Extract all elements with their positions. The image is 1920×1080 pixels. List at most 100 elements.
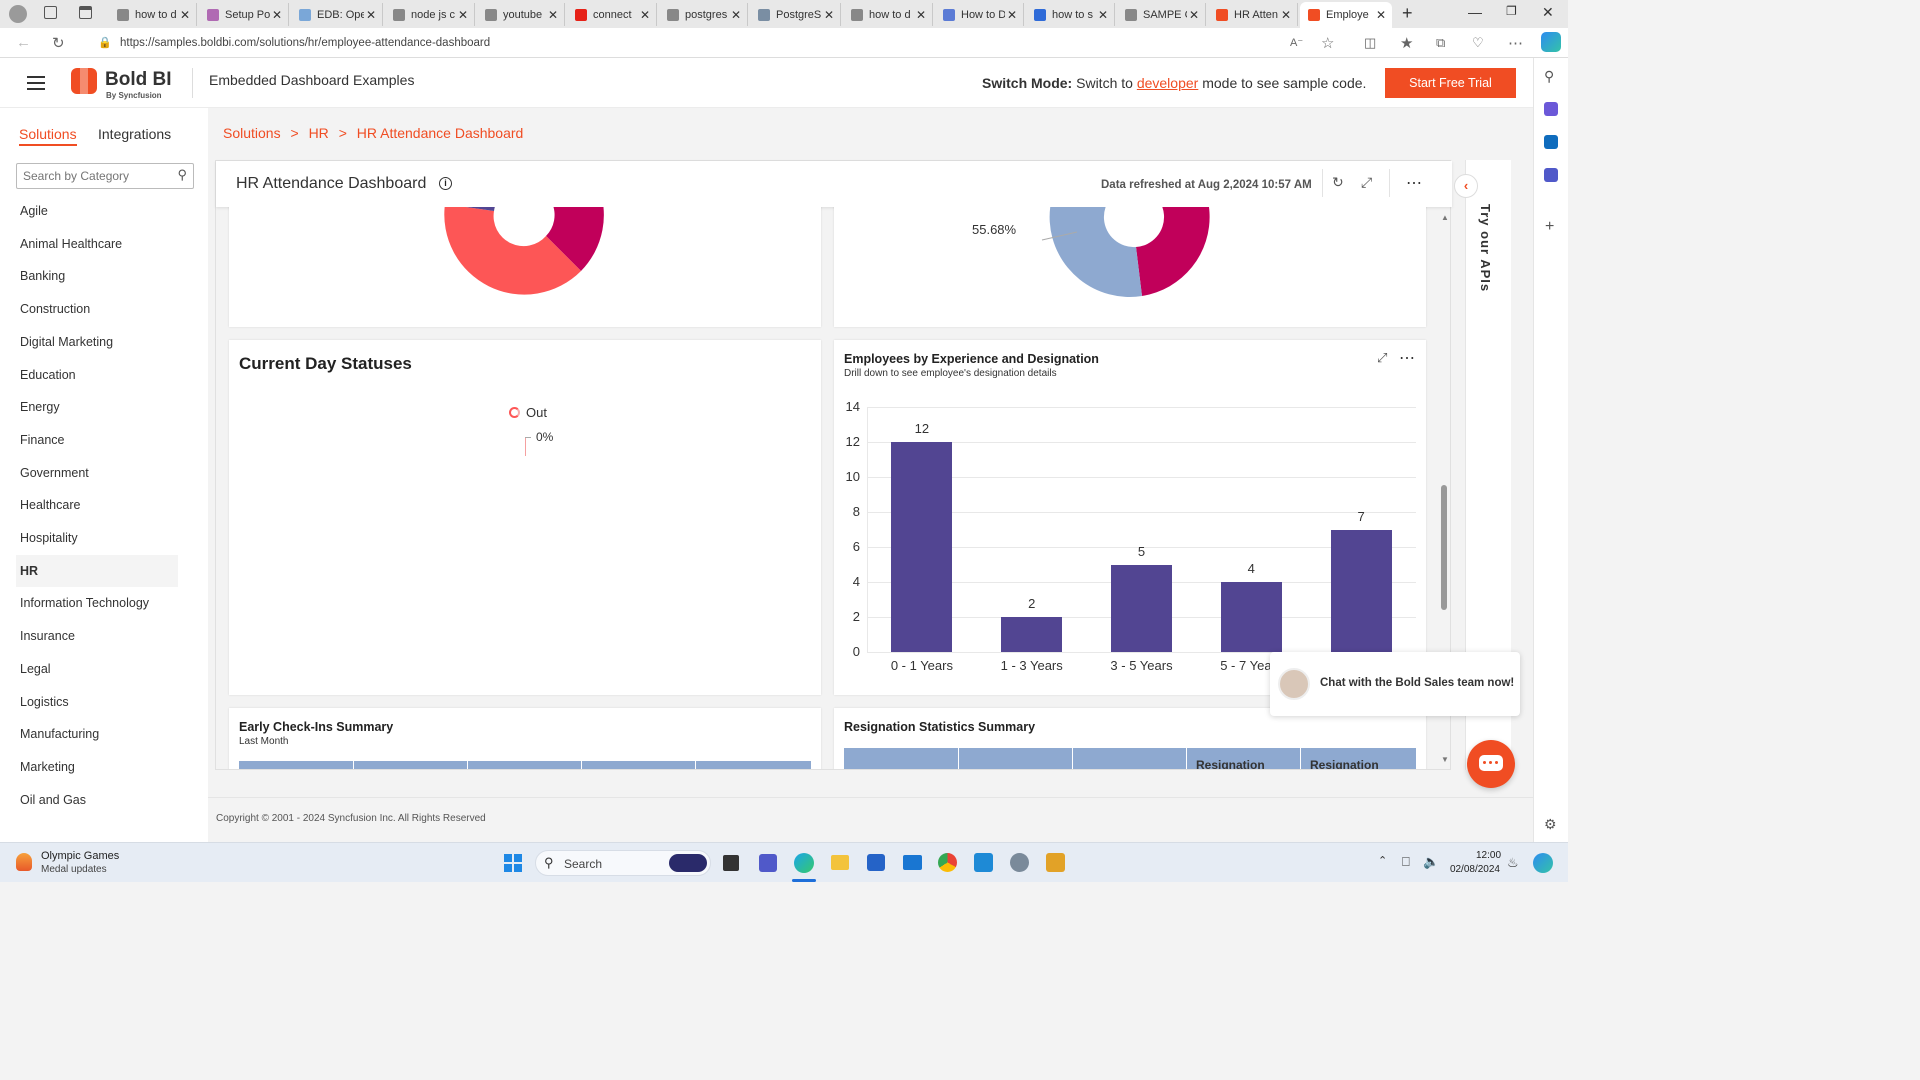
browser-tab[interactable]: connect ✕ — [567, 3, 657, 26]
add-icon[interactable]: + — [1545, 218, 1554, 236]
breadcrumb-hr[interactable]: HR — [309, 125, 329, 141]
taskbar-search[interactable]: ⚲ Search — [535, 850, 711, 876]
settings-gear-icon[interactable]: ⚙ — [1544, 816, 1557, 833]
donut-slice[interactable] — [1049, 207, 1142, 297]
start-free-trial-button[interactable]: Start Free Trial — [1385, 68, 1516, 98]
profile-avatar[interactable] — [9, 5, 27, 23]
breadcrumb-current[interactable]: HR Attendance Dashboard — [357, 125, 524, 141]
sidebar-item[interactable]: Government — [16, 457, 178, 489]
fullscreen-icon[interactable]: ⤢ — [1361, 174, 1372, 191]
refresh-icon[interactable]: ↻ — [1332, 174, 1344, 191]
teams-icon[interactable] — [1544, 168, 1558, 182]
favorite-star-icon[interactable]: ☆ — [1321, 34, 1334, 52]
weather-widget-icon[interactable] — [16, 853, 32, 871]
bar[interactable] — [1111, 564, 1172, 652]
minimize-icon[interactable]: — — [1468, 4, 1482, 20]
scroll-up-icon[interactable]: ▲ — [1441, 213, 1449, 222]
clock-time[interactable]: 12:00 — [1476, 850, 1501, 861]
close-window-icon[interactable]: ✕ — [1542, 4, 1554, 21]
sidebar-item[interactable]: Hospitality — [16, 522, 178, 554]
new-tab-icon[interactable]: + — [1402, 3, 1413, 24]
sidebar-item[interactable]: Agile — [16, 195, 178, 227]
tab-close-icon[interactable]: ✕ — [178, 8, 192, 22]
task-view-icon[interactable] — [723, 855, 739, 871]
tab-close-icon[interactable]: ✕ — [729, 8, 743, 22]
browser-tab[interactable]: postgres ✕ — [659, 3, 748, 26]
more-options-icon[interactable]: ⋯ — [1406, 173, 1422, 193]
sidebar-item[interactable]: Healthcare — [16, 489, 178, 521]
tab-close-icon[interactable]: ✕ — [1187, 8, 1201, 22]
collections-icon[interactable]: ⧉ — [1436, 35, 1445, 51]
tab-close-icon[interactable]: ✕ — [364, 8, 378, 22]
sidebar-item[interactable]: HR — [16, 554, 178, 587]
sidebar-item[interactable]: Digital Marketing — [16, 326, 178, 358]
tab-close-icon[interactable]: ✕ — [1374, 8, 1388, 22]
tab-close-icon[interactable]: ✕ — [1279, 8, 1293, 22]
category-search-input[interactable] — [23, 167, 168, 185]
tab-close-icon[interactable]: ✕ — [456, 8, 470, 22]
sidebar-item[interactable]: Logistics — [16, 686, 178, 718]
chat-popup[interactable]: Chat with the Bold Sales team now! — [1270, 652, 1520, 716]
boldbi-logo-icon[interactable] — [71, 68, 97, 94]
bar[interactable] — [1220, 582, 1282, 652]
copilot-icon[interactable] — [1541, 32, 1561, 52]
refresh-icon[interactable]: ↻ — [52, 34, 65, 52]
tab-close-icon[interactable]: ✕ — [546, 8, 560, 22]
browser-tab[interactable]: how to d ✕ — [109, 3, 197, 26]
file-explorer-icon[interactable] — [831, 855, 849, 870]
sidebar-item[interactable]: Construction — [16, 293, 178, 325]
column-header[interactable]: Resignation — [1196, 758, 1265, 769]
tab-close-icon[interactable]: ✕ — [1096, 8, 1110, 22]
settings-app-icon[interactable] — [1010, 853, 1029, 872]
donut-slice[interactable] — [1132, 207, 1210, 296]
hamburger-menu-icon[interactable] — [27, 76, 45, 90]
tab-close-icon[interactable]: ✕ — [638, 8, 652, 22]
sidebar-item[interactable]: Education — [16, 359, 178, 391]
workspaces-icon[interactable] — [44, 6, 57, 19]
browser-tab[interactable]: SAMPE C✕ — [1117, 3, 1206, 26]
restore-icon[interactable]: ❐ — [1506, 4, 1517, 18]
breadcrumb-solutions[interactable]: Solutions — [223, 125, 281, 141]
teams-app-icon[interactable] — [759, 854, 777, 872]
tab-close-icon[interactable]: ✕ — [914, 8, 928, 22]
bar[interactable] — [1330, 529, 1392, 652]
search-icon[interactable]: ⚲ — [177, 167, 187, 183]
vscode-icon[interactable] — [974, 853, 993, 872]
start-icon[interactable] — [504, 854, 522, 872]
back-icon[interactable]: ← — [16, 34, 31, 51]
sidebar-item[interactable]: Manufacturing — [16, 718, 178, 750]
chevron-up-icon[interactable]: ⌃ — [1378, 854, 1387, 867]
sidebar-item[interactable]: Marketing — [16, 751, 178, 783]
column-header[interactable]: Resignation — [1310, 758, 1379, 769]
sidebar-item[interactable]: Energy — [16, 391, 178, 423]
sidebar-item[interactable]: Oil and Gas — [16, 784, 178, 816]
browser-tab[interactable]: Employe ✕ — [1300, 2, 1392, 28]
more-menu-icon[interactable]: ⋯ — [1508, 34, 1523, 52]
sidebar-item[interactable]: Animal Healthcare — [16, 228, 178, 260]
tab-integrations[interactable]: Integrations — [98, 126, 171, 142]
browser-tab[interactable]: EDB: Ope ✕ — [291, 3, 383, 26]
url-field[interactable]: 🔒 https://samples.boldbi.com/solutions/h… — [90, 31, 1322, 55]
tab-solutions[interactable]: Solutions — [19, 126, 77, 146]
news-title[interactable]: Olympic Games — [41, 850, 119, 862]
browser-essentials-icon[interactable]: ♡ — [1472, 35, 1484, 51]
tab-close-icon[interactable]: ✕ — [822, 8, 836, 22]
volume-icon[interactable]: 🔈 — [1423, 854, 1439, 870]
network-icon[interactable]: ⎕ — [1402, 854, 1410, 870]
tools-icon[interactable] — [1544, 102, 1558, 116]
browser-tab[interactable]: how to s ✕ — [1026, 3, 1115, 26]
outlook-icon[interactable] — [1544, 135, 1558, 149]
sidebar-item[interactable]: Banking — [16, 260, 178, 292]
browser-tab[interactable]: HR Atten ✕ — [1208, 3, 1298, 26]
collapse-chevron-icon[interactable]: ‹ — [1454, 174, 1478, 198]
bar[interactable] — [891, 442, 953, 652]
browser-tab[interactable]: PostgreS ✕ — [750, 3, 841, 26]
store-icon[interactable] — [867, 854, 885, 871]
favorites-icon[interactable]: ★ — [1400, 34, 1413, 52]
search-icon[interactable]: ⚲ — [1544, 68, 1554, 85]
legend-out[interactable]: Out — [526, 405, 547, 420]
copilot-taskbar-icon[interactable] — [1533, 853, 1553, 873]
tab-close-icon[interactable]: ✕ — [1005, 8, 1019, 22]
browser-tab[interactable]: node js c ✕ — [385, 3, 475, 26]
read-aloud-icon[interactable]: A⁻ — [1290, 36, 1303, 49]
